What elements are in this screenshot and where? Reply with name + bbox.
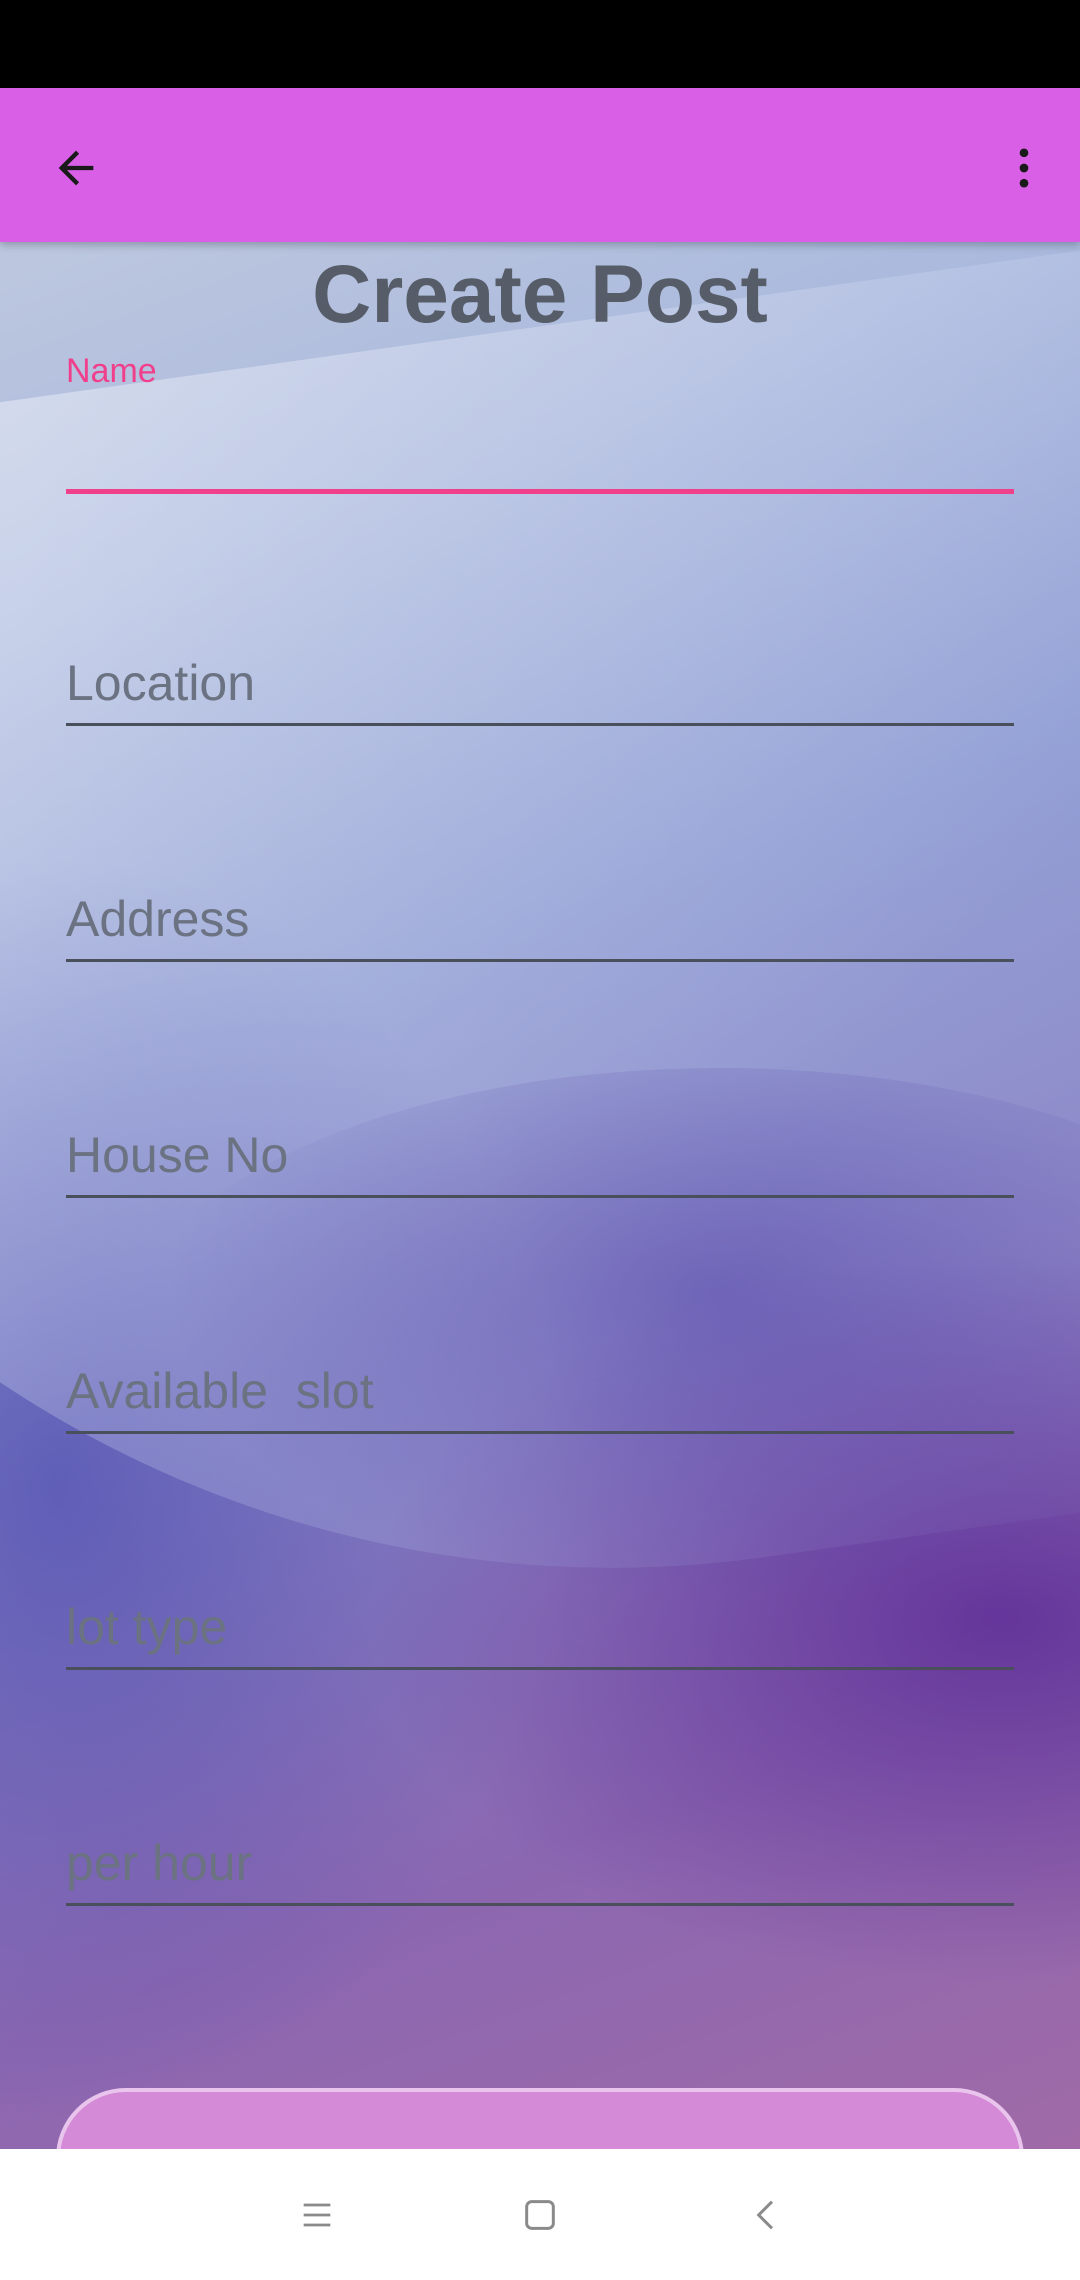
available-slot-field-placeholder: Available slot — [66, 1363, 374, 1419]
system-back-button[interactable] — [731, 2179, 803, 2251]
page-title: Create Post — [312, 249, 768, 340]
lot-type-field-placeholder: lot type — [66, 1599, 228, 1655]
address-field-placeholder: Address — [66, 891, 250, 947]
overflow-menu-button[interactable] — [988, 132, 1060, 204]
per-hour-field-placeholder: per hour — [66, 1835, 253, 1891]
home-button[interactable] — [504, 2179, 576, 2251]
app-bar — [0, 88, 1080, 242]
chevron-back-icon — [756, 2200, 774, 2230]
available-slot-field-underline — [66, 1431, 1014, 1434]
available-slot-field[interactable]: Available slot — [66, 1328, 1014, 1434]
location-field[interactable]: Location — [66, 620, 1014, 726]
per-hour-field-underline — [66, 1903, 1014, 1906]
address-field[interactable]: Address — [66, 856, 1014, 962]
more-vert-icon — [1019, 148, 1029, 188]
recents-button[interactable] — [281, 2179, 353, 2251]
system-nav-bar — [0, 2149, 1080, 2280]
square-home-icon — [525, 2200, 555, 2230]
location-field-placeholder: Location — [66, 655, 256, 711]
lot-type-field[interactable]: lot type — [66, 1564, 1014, 1670]
name-field-underline — [66, 489, 1014, 494]
menu-lines-icon — [303, 2203, 331, 2227]
address-field-underline — [66, 959, 1014, 962]
house-no-field-underline — [66, 1195, 1014, 1198]
per-hour-field[interactable]: per hour — [66, 1800, 1014, 1906]
location-field-underline — [66, 723, 1014, 726]
name-field-label: Name — [66, 352, 157, 390]
lot-type-field-underline — [66, 1667, 1014, 1670]
house-no-field[interactable]: House No — [66, 1092, 1014, 1198]
house-no-field-placeholder: House No — [66, 1127, 289, 1183]
arrow-back-icon — [58, 150, 94, 186]
screen: Create Post Name Location Address House … — [0, 0, 1080, 2280]
back-button[interactable] — [40, 132, 112, 204]
name-field[interactable]: Name — [66, 352, 1014, 494]
status-bar — [0, 0, 1080, 88]
